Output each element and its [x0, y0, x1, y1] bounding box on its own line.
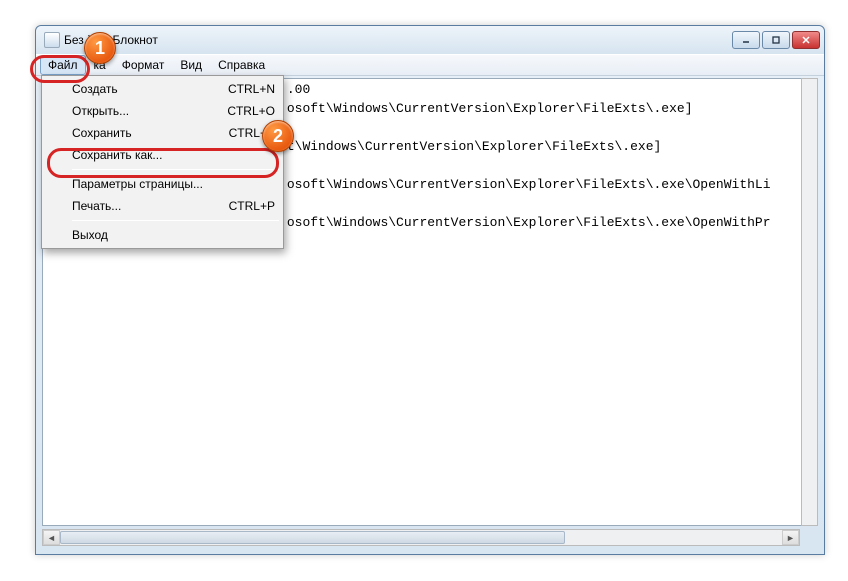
menu-label: Сохранить — [72, 126, 229, 140]
menu-item-new[interactable]: Создать CTRL+N — [44, 78, 281, 100]
window-controls — [732, 31, 820, 49]
menu-file[interactable]: Файл — [40, 55, 86, 75]
horizontal-scrollbar[interactable]: ◄ ► — [42, 529, 800, 546]
menu-label: Параметры страницы... — [72, 177, 275, 191]
titlebar[interactable]: Без й — Блокнот — [36, 26, 824, 54]
menu-item-save-as[interactable]: Сохранить как... — [44, 144, 281, 166]
menu-shortcut: CTRL+N — [228, 82, 275, 96]
scroll-track[interactable] — [60, 530, 782, 545]
window-title: Без й — Блокнот — [64, 33, 732, 47]
close-icon — [801, 35, 811, 45]
file-menu-dropdown: Создать CTRL+N Открыть... CTRL+O Сохрани… — [41, 75, 284, 249]
menu-format[interactable]: Формат — [114, 55, 173, 75]
scroll-left-arrow-icon[interactable]: ◄ — [43, 530, 60, 545]
menu-label: Сохранить как... — [72, 148, 275, 162]
menu-item-page-setup[interactable]: Параметры страницы... — [44, 173, 281, 195]
menu-shortcut: CTRL+O — [227, 104, 275, 118]
menu-shortcut: CTRL+P — [229, 199, 275, 213]
menubar: Файл ка Формат Вид Справка — [36, 54, 824, 76]
maximize-icon — [771, 35, 781, 45]
annotation-badge-1: 1 — [84, 32, 116, 64]
scroll-right-arrow-icon[interactable]: ► — [782, 530, 799, 545]
menu-label: Печать... — [72, 199, 229, 213]
minimize-icon — [741, 35, 751, 45]
menu-separator — [72, 169, 279, 170]
vertical-scrollbar[interactable] — [801, 78, 818, 526]
menu-item-exit[interactable]: Выход — [44, 224, 281, 246]
close-button[interactable] — [792, 31, 820, 49]
menu-label: Открыть... — [72, 104, 227, 118]
menu-view[interactable]: Вид — [172, 55, 210, 75]
maximize-button[interactable] — [762, 31, 790, 49]
menu-item-print[interactable]: Печать... CTRL+P — [44, 195, 281, 217]
annotation-badge-2: 2 — [262, 120, 294, 152]
menu-item-save[interactable]: Сохранить CTRL+S — [44, 122, 281, 144]
menu-label: Создать — [72, 82, 228, 96]
notepad-icon — [44, 32, 60, 48]
minimize-button[interactable] — [732, 31, 760, 49]
menu-item-open[interactable]: Открыть... CTRL+O — [44, 100, 281, 122]
menu-help[interactable]: Справка — [210, 55, 273, 75]
menu-label: Выход — [72, 228, 275, 242]
scroll-thumb[interactable] — [60, 531, 565, 544]
menu-separator — [72, 220, 279, 221]
